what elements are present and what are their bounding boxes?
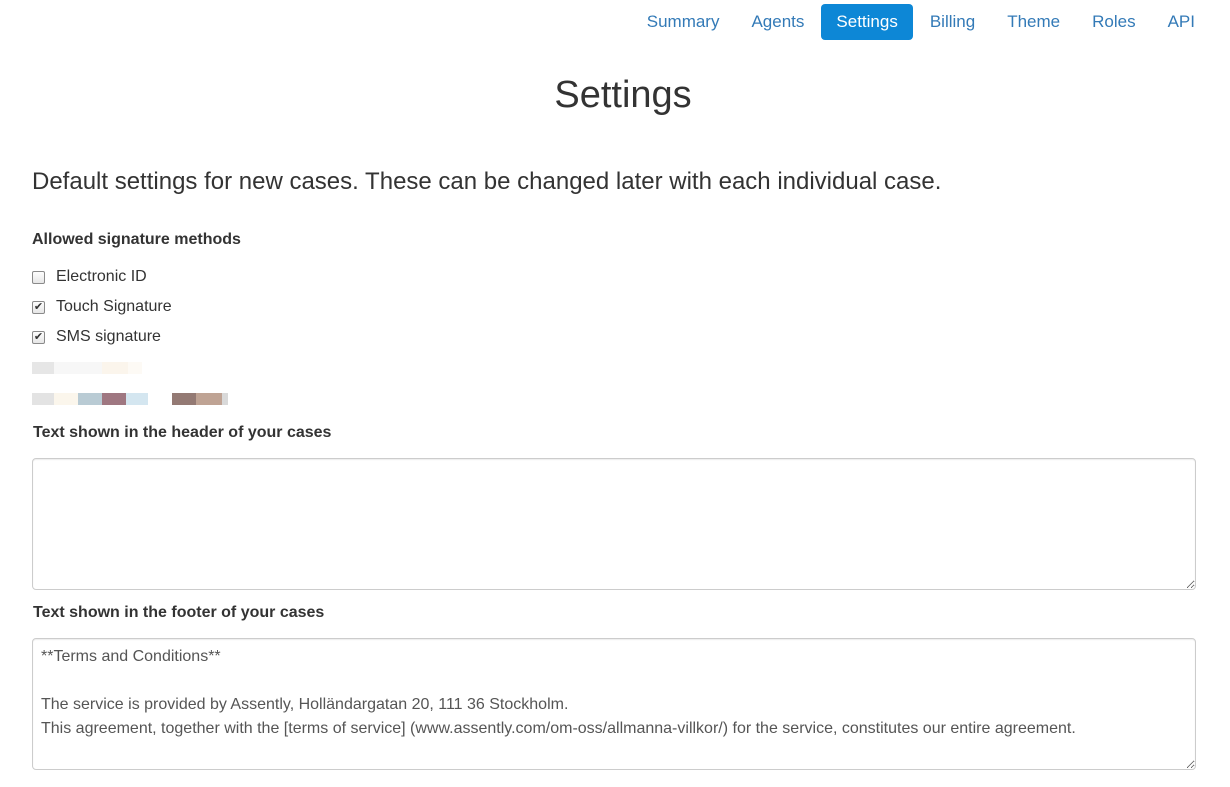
header-text-label: Text shown in the header of your cases (33, 424, 332, 441)
page-title: Settings (554, 74, 692, 116)
settings-page: Summary Agents Settings Billing Theme Ro… (0, 0, 1230, 787)
nav-billing[interactable]: Billing (915, 4, 990, 40)
redacted-region (32, 393, 228, 405)
nav-api[interactable]: API (1153, 4, 1210, 40)
page-lead-text: Default settings for new cases. These ca… (32, 168, 942, 195)
checkbox-sms-signature-label: SMS signature (56, 328, 161, 345)
checkbox-touch-signature[interactable]: ✔ Touch Signature (32, 296, 172, 318)
checkbox-electronic-id[interactable]: Electronic ID (32, 266, 147, 288)
header-text-input[interactable] (32, 458, 1196, 590)
checkbox-touch-signature-box[interactable]: ✔ (32, 300, 45, 314)
nav-settings[interactable]: Settings (821, 4, 913, 40)
signature-methods-label: Allowed signature methods (32, 231, 241, 248)
checkbox-electronic-id-box[interactable] (32, 270, 45, 284)
nav-theme[interactable]: Theme (992, 4, 1075, 40)
checkbox-sms-signature[interactable]: ✔ SMS signature (32, 326, 161, 348)
nav-agents[interactable]: Agents (736, 4, 819, 40)
top-nav: Summary Agents Settings Billing Theme Ro… (632, 4, 1210, 40)
nav-summary[interactable]: Summary (632, 4, 735, 40)
checkbox-touch-signature-label: Touch Signature (56, 298, 172, 315)
footer-text-label: Text shown in the footer of your cases (33, 604, 325, 621)
checkbox-sms-signature-box[interactable]: ✔ (32, 330, 45, 344)
redacted-region (32, 362, 142, 374)
footer-text-input[interactable]: **Terms and Conditions** The service is … (32, 638, 1196, 770)
checkbox-electronic-id-label: Electronic ID (56, 268, 147, 285)
nav-roles[interactable]: Roles (1077, 4, 1150, 40)
